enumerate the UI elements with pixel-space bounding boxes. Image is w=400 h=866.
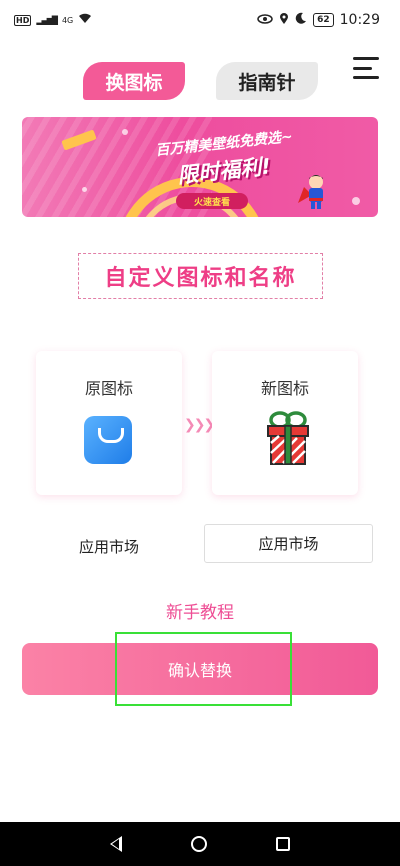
network-label: 4G <box>61 15 74 25</box>
battery-indicator: 62 <box>313 13 334 27</box>
original-icon-card: 原图标 <box>36 351 182 495</box>
status-right: 62 10:29 <box>257 12 380 29</box>
confirm-replace-button[interactable]: 确认替换 <box>22 643 378 695</box>
tutorial-link[interactable]: 新手教程 <box>0 598 400 623</box>
app-store-bag-icon <box>84 416 132 464</box>
banner-cta-button[interactable]: 火速查看 <box>176 193 248 209</box>
gift-box-icon[interactable] <box>263 411 313 467</box>
new-app-name-input[interactable]: 应用市场 <box>204 524 373 563</box>
tab-change-icon[interactable]: 换图标 <box>83 62 185 100</box>
original-app-name: 应用市场 <box>78 538 139 556</box>
status-bar: HD ▂▄▆█ 4G 62 10:29 <box>0 0 400 40</box>
menu-icon[interactable] <box>353 57 379 79</box>
superhero-icon <box>298 175 323 209</box>
back-icon[interactable] <box>109 836 122 852</box>
status-left: HD ▂▄▆█ 4G <box>14 13 92 28</box>
new-icon-label: 新图标 <box>260 379 309 398</box>
recent-apps-icon[interactable] <box>276 837 291 851</box>
hd-badge: HD <box>14 14 32 26</box>
signal-icon: ▂▄▆█ <box>36 15 58 25</box>
custom-title: 自定义图标和名称 <box>78 253 323 299</box>
location-icon <box>279 12 289 29</box>
banner-dot <box>82 187 87 192</box>
promo-banner[interactable]: 百万精美壁纸免费选~ 限时福利! 火速查看 <box>22 117 378 217</box>
eye-icon <box>257 13 273 28</box>
wifi-icon <box>78 13 92 28</box>
tab-compass[interactable]: 指南针 <box>216 62 318 100</box>
banner-dot <box>122 129 128 135</box>
original-icon-label: 原图标 <box>84 379 133 398</box>
banner-dot <box>352 197 360 205</box>
home-icon[interactable] <box>190 836 207 852</box>
arrow-right-icon: ❯❯❯ <box>184 417 215 433</box>
moon-icon <box>295 12 307 28</box>
system-nav-bar <box>0 822 400 866</box>
clock: 10:29 <box>339 12 380 28</box>
new-icon-card[interactable]: 新图标 <box>212 351 358 495</box>
